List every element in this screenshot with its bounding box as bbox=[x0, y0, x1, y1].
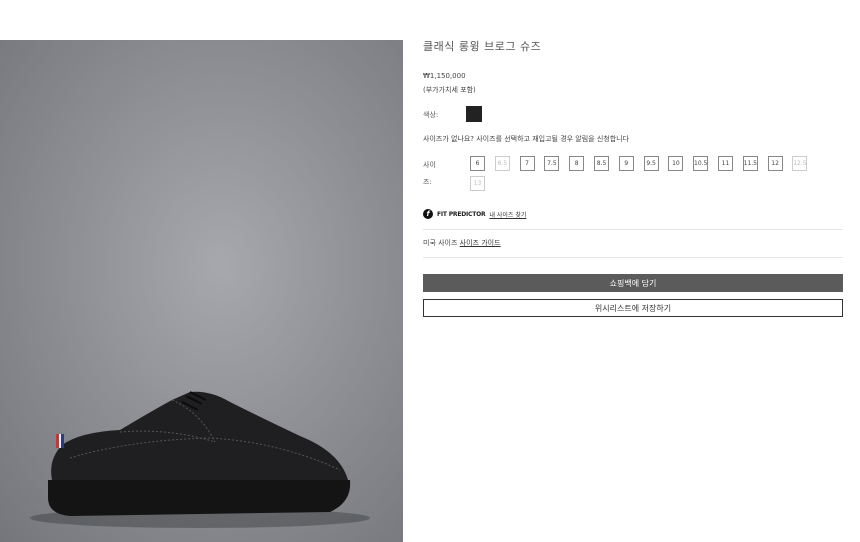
size-option-11.5[interactable]: 11.5 bbox=[742, 156, 758, 171]
size-option-12[interactable]: 12 bbox=[767, 156, 783, 171]
fit-predictor: f FIT PREDICTOR 내 사이즈 찾기 bbox=[423, 209, 526, 219]
size-option-8.5[interactable]: 8.5 bbox=[594, 156, 609, 171]
divider bbox=[423, 229, 843, 230]
size-option-10.5[interactable]: 10.5 bbox=[693, 156, 709, 171]
save-wishlist-button[interactable]: 위시리스트에 저장하기 bbox=[423, 299, 843, 317]
size-label: 사이즈: bbox=[423, 161, 436, 186]
restock-notice: 사이즈가 없나요? 사이즈를 선택하고 재입고될 경우 알림을 신청합니다 bbox=[423, 135, 630, 143]
color-label: 색상: bbox=[423, 111, 439, 119]
size-option-10[interactable]: 10 bbox=[668, 156, 684, 171]
product-info-panel: 클래식 롱윙 브로그 슈즈 ₩1,150,000 (부가가치세 포함) 색상: … bbox=[423, 0, 843, 542]
size-option-12.5[interactable]: 12.5 bbox=[792, 156, 808, 171]
product-price: ₩1,150,000 bbox=[423, 72, 466, 80]
vat-note: (부가가치세 포함) bbox=[423, 86, 476, 94]
find-my-size-link[interactable]: 내 사이즈 찾기 bbox=[489, 210, 526, 219]
size-option-6.5[interactable]: 6.5 bbox=[494, 156, 510, 171]
size-option-7[interactable]: 7 bbox=[519, 156, 535, 171]
product-title: 클래식 롱윙 브로그 슈즈 bbox=[423, 40, 542, 53]
size-option-9.5[interactable]: 9.5 bbox=[643, 156, 659, 171]
fit-predictor-icon: f bbox=[423, 209, 433, 219]
fit-predictor-brand: FIT PREDICTOR bbox=[437, 210, 486, 218]
size-option-9[interactable]: 9 bbox=[618, 156, 634, 171]
product-image bbox=[0, 40, 403, 542]
size-option-11[interactable]: 11 bbox=[718, 156, 733, 171]
size-option-7.5[interactable]: 7.5 bbox=[544, 156, 560, 171]
size-guide-prefix: 미국 사이즈 bbox=[423, 239, 458, 247]
size-guide-link[interactable]: 사이즈 가이드 bbox=[460, 239, 501, 247]
add-to-bag-button[interactable]: 쇼핑백에 담기 bbox=[423, 274, 843, 292]
size-guide-row: 미국 사이즈 사이즈 가이드 bbox=[423, 238, 501, 248]
size-option-8[interactable]: 8 bbox=[569, 156, 585, 171]
shoe-illustration bbox=[30, 391, 370, 528]
size-option-13[interactable]: 13 bbox=[470, 176, 485, 191]
divider bbox=[423, 257, 843, 258]
size-option-6[interactable]: 6 bbox=[470, 156, 485, 171]
color-swatch-black[interactable] bbox=[466, 106, 482, 122]
